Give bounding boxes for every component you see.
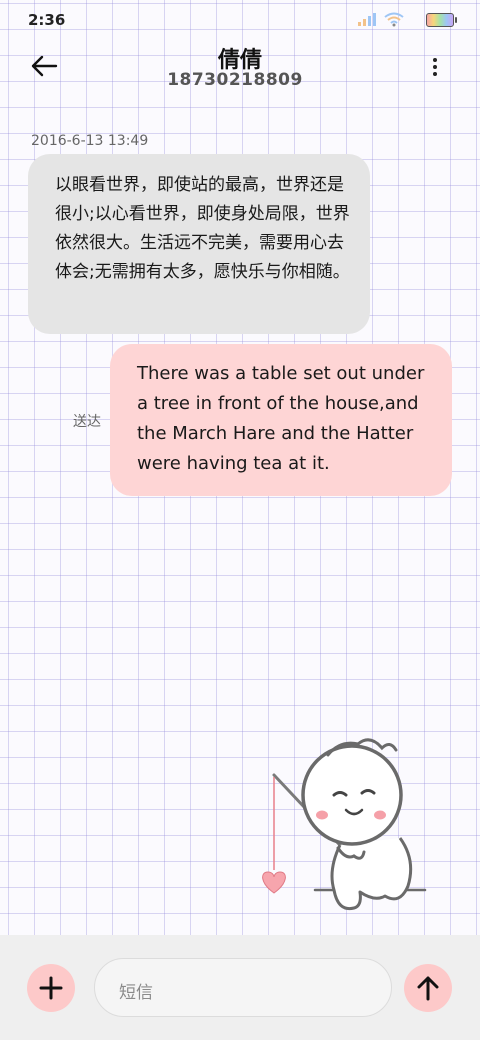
message-timestamp: 2016-6-13 13:49 <box>31 133 149 149</box>
message-composer: 短信 <box>0 935 480 1040</box>
message-input-placeholder: 短信 <box>119 983 153 1003</box>
incoming-message-text: 以眼看世界，即使站的最高，世界还是很小;以心看世界，即使身处局限，世界依然很大。… <box>55 175 350 282</box>
message-input[interactable]: 短信 <box>94 958 392 1017</box>
conversation-header: 倩倩 18730218809 <box>0 40 480 100</box>
send-button[interactable] <box>404 964 452 1012</box>
delivery-status: 送达 <box>73 414 101 430</box>
contact-number: 18730218809 <box>167 70 303 90</box>
plus-icon <box>39 976 63 1000</box>
more-vertical-icon <box>430 58 440 76</box>
arrow-up-icon <box>417 976 439 1001</box>
signal-icon <box>358 13 376 26</box>
battery-icon <box>426 13 457 27</box>
status-bar: 2:36 <box>0 0 480 40</box>
incoming-message-bubble[interactable]: 以眼看世界，即使站的最高，世界还是很小;以心看世界，即使身处局限，世界依然很大。… <box>28 154 370 334</box>
add-attachment-button[interactable] <box>27 964 75 1012</box>
wifi-icon <box>384 12 404 27</box>
more-options-button[interactable] <box>430 58 440 82</box>
fishing-character-illustration <box>262 738 427 911</box>
outgoing-message-bubble[interactable]: There was a table set out under a tree i… <box>110 344 452 496</box>
outgoing-message-text: There was a table set out under a tree i… <box>137 363 425 474</box>
status-time: 2:36 <box>28 11 66 29</box>
